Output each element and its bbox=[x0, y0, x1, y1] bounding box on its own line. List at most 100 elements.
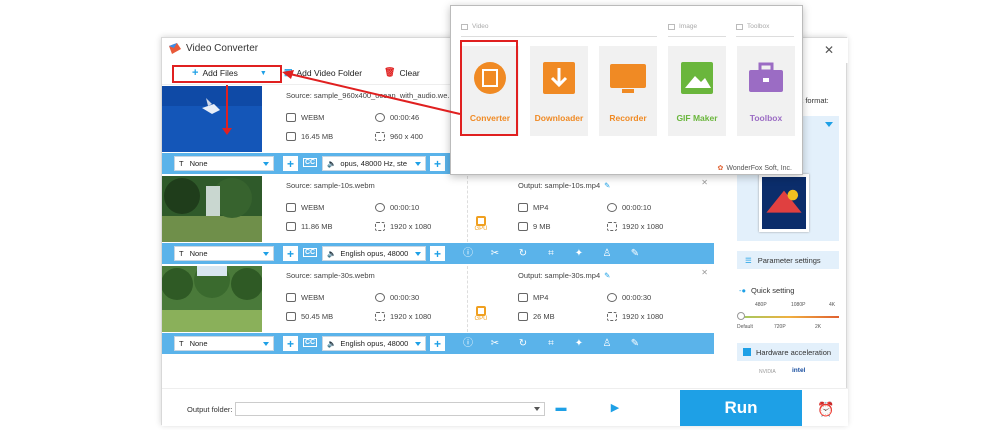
chevron-down-icon[interactable] bbox=[825, 122, 833, 127]
add-subtitle-button[interactable]: + bbox=[283, 156, 298, 171]
run-button[interactable]: Run bbox=[680, 390, 802, 426]
crop-icon[interactable]: ⌗ bbox=[545, 338, 557, 350]
size-value: 16.45 MB bbox=[301, 132, 334, 141]
toolbox-icon bbox=[749, 62, 783, 92]
output-folder-label: Output folder: bbox=[187, 405, 233, 414]
edit-icon[interactable]: ✎ bbox=[629, 248, 641, 260]
edit-icon[interactable]: ✎ bbox=[629, 338, 641, 350]
scale-label: 1080P bbox=[791, 302, 806, 308]
annotation-arrowhead bbox=[222, 128, 232, 135]
hardware-acceleration-toggle[interactable]: Hardware acceleration bbox=[737, 343, 839, 361]
source-duration: 00:00:10 bbox=[375, 203, 419, 212]
subtitle-value: None bbox=[189, 249, 208, 258]
add-subtitle-button[interactable]: + bbox=[283, 246, 298, 261]
info-icon[interactable]: ⓘ bbox=[462, 338, 474, 350]
clock-icon bbox=[607, 203, 617, 212]
category-label: Image bbox=[679, 23, 698, 30]
tile-label: Downloader bbox=[534, 113, 584, 123]
output-duration: 00:00:30 bbox=[607, 293, 651, 302]
edit-pen-icon[interactable]: ✎ bbox=[604, 271, 610, 280]
effects-wand-icon[interactable]: ✦ bbox=[573, 338, 585, 350]
add-subtitle-button[interactable]: + bbox=[283, 336, 298, 351]
resolution-value: 1920 x 1080 bbox=[622, 312, 664, 321]
subtitle-select[interactable]: T None bbox=[174, 246, 274, 261]
source-size: 16.45 MB bbox=[286, 132, 333, 141]
intel-logo: intel bbox=[792, 367, 806, 374]
subtitle-select[interactable]: T None bbox=[174, 336, 274, 351]
audio-value: English opus, 48000 bbox=[340, 249, 409, 258]
rotate-icon[interactable]: ↻ bbox=[517, 248, 529, 260]
category-toolbox: Toolbox bbox=[736, 23, 769, 30]
info-icon[interactable]: ⓘ bbox=[462, 248, 474, 260]
add-audio-button[interactable]: + bbox=[430, 336, 445, 351]
category-image: Image bbox=[668, 23, 697, 30]
add-audio-button[interactable]: + bbox=[430, 246, 445, 261]
chevron-down-icon bbox=[263, 252, 269, 256]
video-thumbnail[interactable] bbox=[162, 176, 262, 242]
output-resolution: 1920 x 1080 bbox=[607, 222, 663, 231]
row-control-bar: T None + CC 🔈 English opus, 48000 + ⓘ ✂ ↻ … bbox=[162, 243, 714, 264]
audio-select[interactable]: 🔈 opus, 48000 Hz, ste bbox=[322, 156, 426, 171]
scissors-icon[interactable]: ✂ bbox=[489, 338, 501, 350]
resolution-value: 960 x 400 bbox=[390, 132, 423, 141]
quality-slider-handle[interactable] bbox=[737, 312, 745, 320]
quick-setting-header: -● Quick setting bbox=[739, 286, 794, 295]
resolution-icon bbox=[607, 312, 617, 321]
tile-gif-maker[interactable]: GIF Maker bbox=[668, 46, 726, 136]
duration-value: 00:00:10 bbox=[622, 203, 652, 212]
parameter-settings-button[interactable]: ☰ Parameter settings bbox=[737, 251, 839, 269]
tile-toolbox[interactable]: Toolbox bbox=[737, 46, 795, 136]
resolution-value: 1920 x 1080 bbox=[390, 222, 432, 231]
rotate-icon[interactable]: ↻ bbox=[517, 338, 529, 350]
clock-icon bbox=[607, 293, 617, 302]
video-thumbnail[interactable] bbox=[162, 86, 262, 152]
category-video: Video bbox=[461, 23, 489, 30]
tile-downloader[interactable]: Downloader bbox=[530, 46, 588, 136]
open-folder-icon[interactable]: ▬ bbox=[554, 403, 568, 414]
toolbox-category-icon bbox=[736, 23, 743, 30]
audio-value: opus, 48000 Hz, ste bbox=[340, 159, 408, 168]
resolution-value: 1920 x 1080 bbox=[390, 312, 432, 321]
clock-icon bbox=[375, 293, 385, 302]
chevron-down-icon[interactable] bbox=[534, 407, 540, 411]
file-row: Source: sample-30s.webm WEBM 00:00:30 50… bbox=[162, 266, 714, 356]
row-close-icon[interactable]: ✕ bbox=[701, 268, 708, 277]
speaker-icon: 🔈 bbox=[327, 159, 337, 168]
output-name: Output: sample-10s.mp4 bbox=[518, 181, 601, 190]
checkbox-icon[interactable] bbox=[743, 348, 751, 356]
watermark-stamp-icon[interactable]: ♙ bbox=[601, 248, 613, 260]
gpu-badge: GPU bbox=[474, 216, 488, 232]
category-divider bbox=[736, 36, 794, 37]
size-value: 11.86 MB bbox=[301, 222, 333, 231]
add-audio-button[interactable]: + bbox=[430, 156, 445, 171]
gpu-badge: GPU bbox=[474, 306, 488, 322]
watermark-stamp-icon[interactable]: ♙ bbox=[601, 338, 613, 350]
row-close-icon[interactable]: ✕ bbox=[701, 178, 708, 187]
edit-pen-icon[interactable]: ✎ bbox=[604, 181, 610, 190]
crop-icon[interactable]: ⌗ bbox=[545, 248, 557, 260]
preview-output-icon[interactable]: ▶ bbox=[608, 403, 622, 414]
effects-wand-icon[interactable]: ✦ bbox=[573, 248, 585, 260]
subtitle-select[interactable]: T None bbox=[174, 156, 274, 171]
source-resolution: 1920 x 1080 bbox=[375, 222, 431, 231]
source-filename: Source: sample-10s.webm bbox=[286, 181, 375, 190]
tile-recorder[interactable]: Recorder bbox=[599, 46, 657, 136]
audio-value: English opus, 48000 bbox=[340, 339, 409, 348]
output-folder-input[interactable] bbox=[235, 402, 545, 416]
alarm-clock-icon[interactable]: ⏰ bbox=[817, 401, 834, 418]
audio-select[interactable]: 🔈 English opus, 48000 bbox=[322, 246, 426, 261]
chevron-down-icon bbox=[415, 252, 421, 256]
tile-label: Toolbox bbox=[749, 113, 783, 123]
row-divider bbox=[467, 176, 468, 242]
scissors-icon[interactable]: ✂ bbox=[489, 248, 501, 260]
video-thumbnail[interactable] bbox=[162, 266, 262, 332]
quality-slider[interactable] bbox=[739, 316, 839, 318]
window-close-icon[interactable]: ✕ bbox=[824, 43, 834, 57]
scale-label: 4K bbox=[829, 302, 836, 308]
text-icon: T bbox=[179, 339, 184, 348]
scale-label: Default bbox=[737, 324, 753, 330]
audio-select[interactable]: 🔈 English opus, 48000 bbox=[322, 336, 426, 351]
speaker-icon: 🔈 bbox=[327, 339, 337, 348]
vendor-label: NVIDIA bbox=[759, 369, 776, 375]
folder-icon bbox=[518, 312, 528, 321]
